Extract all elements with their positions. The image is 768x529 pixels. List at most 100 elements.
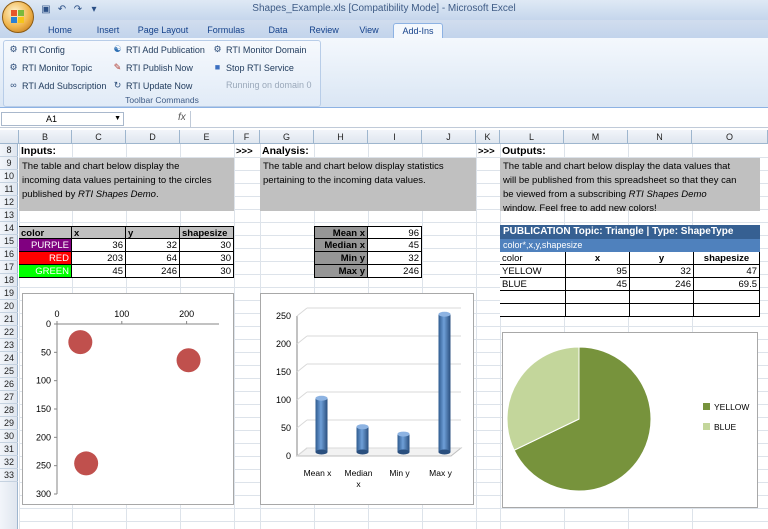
scatter-point[interactable] — [74, 451, 99, 476]
row-header[interactable]: 14 — [0, 222, 18, 235]
value-cell[interactable]: 30 — [180, 252, 234, 265]
column-header[interactable]: N — [628, 130, 692, 144]
bar[interactable] — [356, 426, 369, 452]
column-header[interactable]: H — [314, 130, 368, 144]
out-value-cell[interactable]: 69.5 — [694, 278, 760, 291]
column-header[interactable]: J — [422, 130, 476, 144]
stat-value[interactable]: 45 — [368, 239, 422, 252]
row-header[interactable]: 18 — [0, 274, 18, 287]
row-header[interactable]: 31 — [0, 443, 18, 456]
select-all[interactable] — [0, 130, 19, 144]
rti-monitor-topic-button[interactable]: ⚙ RTI Monitor Topic — [8, 62, 92, 73]
row-header[interactable]: 17 — [0, 261, 18, 274]
column-header[interactable]: B — [19, 130, 72, 144]
out-value-cell[interactable]: 246 — [630, 278, 694, 291]
value-cell[interactable]: 30 — [180, 239, 234, 252]
column-header[interactable]: G — [260, 130, 314, 144]
out-empty-cell[interactable] — [630, 291, 694, 304]
stat-value[interactable]: 32 — [368, 252, 422, 265]
scatter-chart[interactable]: 0 100 200 0 50 100 150 200 250 300 — [22, 293, 234, 505]
rti-add-subscription-button[interactable]: ∞ RTI Add Subscription — [8, 80, 106, 91]
rti-monitor-domain-button[interactable]: ⚙ RTI Monitor Domain — [212, 44, 306, 55]
tab-view[interactable]: View — [352, 23, 386, 38]
out-empty-cell[interactable] — [500, 304, 566, 317]
tab-data[interactable]: Data — [260, 23, 296, 38]
value-cell[interactable]: 203 — [72, 252, 126, 265]
row-header[interactable]: 26 — [0, 378, 18, 391]
out-empty-cell[interactable] — [566, 304, 630, 317]
tab-home[interactable]: Home — [40, 23, 80, 38]
rti-config-button[interactable]: ⚙ RTI Config — [8, 44, 64, 55]
row-header[interactable]: 32 — [0, 456, 18, 469]
tab-page-layout[interactable]: Page Layout — [132, 23, 194, 38]
value-cell[interactable]: 45 — [72, 265, 126, 278]
out-value-cell[interactable]: 45 — [566, 278, 630, 291]
row-header[interactable]: 33 — [0, 469, 18, 482]
chevron-down-icon[interactable]: ▼ — [114, 113, 121, 125]
bar[interactable] — [397, 434, 410, 452]
bar-chart[interactable]: 0 50 100 150 200 250 Mean x Median x Min y Max y — [260, 293, 474, 505]
name-box[interactable]: A1 ▼ — [1, 112, 124, 126]
row-header[interactable]: 28 — [0, 404, 18, 417]
row-header[interactable]: 19 — [0, 287, 18, 300]
out-value-cell[interactable]: 32 — [630, 265, 694, 278]
column-header[interactable]: O — [692, 130, 768, 144]
value-cell[interactable]: 36 — [72, 239, 126, 252]
color-cell[interactable]: RED — [19, 252, 72, 265]
rti-add-publication-button[interactable]: ☯ RTI Add Publication — [112, 44, 204, 55]
out-empty-cell[interactable] — [694, 304, 760, 317]
row-header[interactable]: 16 — [0, 248, 18, 261]
tab-add-ins[interactable]: Add-Ins — [393, 23, 443, 38]
row-header[interactable]: 29 — [0, 417, 18, 430]
color-cell[interactable]: GREEN — [19, 265, 72, 278]
stat-value[interactable]: 246 — [368, 265, 422, 278]
rti-publish-now-button[interactable]: ✎ RTI Publish Now — [112, 62, 193, 73]
out-color-cell[interactable]: BLUE — [500, 278, 566, 291]
row-header[interactable]: 9 — [0, 157, 18, 170]
row-header[interactable]: 27 — [0, 391, 18, 404]
row-header[interactable]: 8 — [0, 144, 18, 157]
out-empty-cell[interactable] — [694, 291, 760, 304]
row-header[interactable]: 24 — [0, 352, 18, 365]
out-color-cell[interactable]: YELLOW — [500, 265, 566, 278]
pie-chart[interactable]: YELLOW BLUE — [502, 332, 758, 508]
scatter-point[interactable] — [176, 348, 201, 373]
out-empty-cell[interactable] — [630, 304, 694, 317]
row-header[interactable]: 22 — [0, 326, 18, 339]
fx-icon[interactable]: fx — [178, 112, 186, 123]
row-header[interactable]: 12 — [0, 196, 18, 209]
row-header[interactable]: 10 — [0, 170, 18, 183]
tab-insert[interactable]: Insert — [88, 23, 128, 38]
row-header[interactable]: 25 — [0, 365, 18, 378]
stop-rti-service-button[interactable]: ■ Stop RTI Service — [212, 62, 294, 73]
row-header[interactable]: 13 — [0, 209, 18, 222]
column-header[interactable]: D — [126, 130, 180, 144]
out-empty-cell[interactable] — [566, 291, 630, 304]
color-cell[interactable]: PURPLE — [19, 239, 72, 252]
tab-formulas[interactable]: Formulas — [202, 23, 250, 38]
row-header[interactable]: 23 — [0, 339, 18, 352]
value-cell[interactable]: 30 — [180, 265, 234, 278]
bar[interactable] — [315, 398, 328, 452]
column-header[interactable]: E — [180, 130, 234, 144]
out-empty-cell[interactable] — [500, 291, 566, 304]
rti-update-now-button[interactable]: ↻ RTI Update Now — [112, 80, 193, 91]
tab-review[interactable]: Review — [304, 23, 344, 38]
column-header[interactable]: M — [564, 130, 628, 144]
column-header[interactable]: L — [500, 130, 564, 144]
office-button[interactable] — [2, 1, 34, 33]
value-cell[interactable]: 64 — [126, 252, 180, 265]
row-header[interactable]: 11 — [0, 183, 18, 196]
value-cell[interactable]: 246 — [126, 265, 180, 278]
stat-value[interactable]: 96 — [368, 226, 422, 239]
out-value-cell[interactable]: 47 — [694, 265, 760, 278]
column-header[interactable]: C — [72, 130, 126, 144]
formula-input[interactable] — [190, 111, 767, 127]
row-header[interactable]: 15 — [0, 235, 18, 248]
row-header[interactable]: 30 — [0, 430, 18, 443]
scatter-point[interactable] — [68, 330, 93, 355]
value-cell[interactable]: 32 — [126, 239, 180, 252]
column-header[interactable]: F — [234, 130, 260, 144]
bar[interactable] — [438, 314, 451, 452]
out-value-cell[interactable]: 95 — [566, 265, 630, 278]
